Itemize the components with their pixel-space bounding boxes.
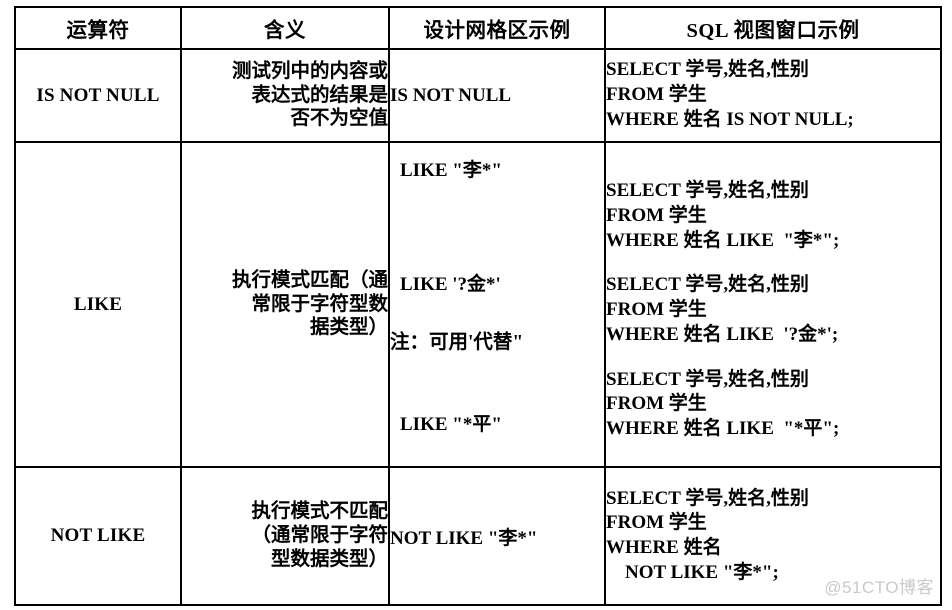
column-header-meaning: 含义 bbox=[180, 6, 390, 50]
column-header-design-grid-example: 设计网格区示例 bbox=[388, 6, 606, 50]
design-grid-example-like-2: LIKE '?金*' bbox=[400, 274, 501, 295]
design-grid-example-is-not-null: IS NOT NULL bbox=[388, 48, 606, 143]
meaning-line: 执行模式匹配（通 bbox=[231, 269, 388, 291]
meaning-line: 测试列中的内容或 bbox=[231, 60, 388, 82]
sql-statement: SELECT 学号,姓名,性别 FROM 学生 WHERE 姓名 NOT LIK… bbox=[606, 487, 809, 583]
column-header-sql-view-example: SQL 视图窗口示例 bbox=[604, 6, 942, 50]
meaning-line: （通常限于字符 bbox=[251, 525, 388, 547]
sql-view-example-not-like: SELECT 学号,姓名,性别 FROM 学生 WHERE 姓名 NOT LIK… bbox=[604, 466, 942, 606]
column-header-operator: 运算符 bbox=[14, 6, 182, 50]
design-grid-note-like: 注：可用'代替" bbox=[390, 332, 524, 353]
meaning-line: 型数据类型） bbox=[270, 548, 388, 570]
sql-view-examples-like: SELECT 学号,姓名,性别 FROM 学生 WHERE 姓名 LIKE "李… bbox=[604, 141, 942, 468]
design-grid-examples-like: LIKE "李*" LIKE '?金*' 注：可用'代替" LIKE "*平" bbox=[388, 141, 606, 468]
meaning-line: 常限于字符型数 bbox=[251, 293, 388, 315]
meaning-line: 表达式的结果是 bbox=[251, 84, 388, 106]
sql-block-spacer bbox=[606, 348, 940, 368]
sql-statement: SELECT 学号,姓名,性别 FROM 学生 WHERE 姓名 LIKE '?… bbox=[606, 274, 839, 345]
operator-reference-table-container: 运算符 含义 设计网格区示例 SQL 视图窗口示例 IS NOT NULL 测试… bbox=[14, 6, 942, 606]
operator-reference-table: 运算符 含义 设计网格区示例 SQL 视图窗口示例 IS NOT NULL 测试… bbox=[14, 6, 942, 606]
meaning-line: 执行模式不匹配 bbox=[251, 501, 388, 523]
table-row: NOT LIKE 执行模式不匹配 （通常限于字符 型数据类型） NOT LIKE… bbox=[14, 466, 942, 606]
meaning-not-like: 执行模式不匹配 （通常限于字符 型数据类型） bbox=[180, 466, 390, 606]
sql-statement: SELECT 学号,姓名,性别 FROM 学生 WHERE 姓名 LIKE "李… bbox=[606, 180, 840, 251]
meaning-line: 据类型） bbox=[309, 317, 388, 339]
table-row: IS NOT NULL 测试列中的内容或 表达式的结果是 否不为空值 IS NO… bbox=[14, 48, 942, 143]
sql-block-spacer bbox=[606, 253, 940, 273]
sql-statement: SELECT 学号,姓名,性别 FROM 学生 WHERE 姓名 LIKE "*… bbox=[606, 368, 840, 439]
sql-statement: SELECT 学号,姓名,性别 FROM 学生 WHERE 姓名 IS NOT … bbox=[606, 59, 854, 130]
meaning-is-not-null: 测试列中的内容或 表达式的结果是 否不为空值 bbox=[180, 48, 390, 143]
meaning-like: 执行模式匹配（通 常限于字符型数 据类型） bbox=[180, 141, 390, 468]
table-row: LIKE 执行模式匹配（通 常限于字符型数 据类型） LIKE "李*" LIK… bbox=[14, 141, 942, 468]
table-header-row: 运算符 含义 设计网格区示例 SQL 视图窗口示例 bbox=[14, 6, 942, 50]
meaning-line: 否不为空值 bbox=[290, 108, 388, 130]
design-grid-example-like-1: LIKE "李*" bbox=[400, 160, 502, 181]
design-grid-example-like-3: LIKE "*平" bbox=[400, 414, 502, 435]
operator-name-is-not-null: IS NOT NULL bbox=[14, 48, 182, 143]
operator-name-not-like: NOT LIKE bbox=[14, 466, 182, 606]
operator-name-like: LIKE bbox=[14, 141, 182, 468]
sql-view-example-is-not-null: SELECT 学号,姓名,性别 FROM 学生 WHERE 姓名 IS NOT … bbox=[604, 48, 942, 143]
design-grid-example-not-like: NOT LIKE "李*" bbox=[388, 466, 606, 606]
design-grid-example-stack: LIKE "李*" LIKE '?金*' 注：可用'代替" LIKE "*平" bbox=[390, 143, 604, 466]
